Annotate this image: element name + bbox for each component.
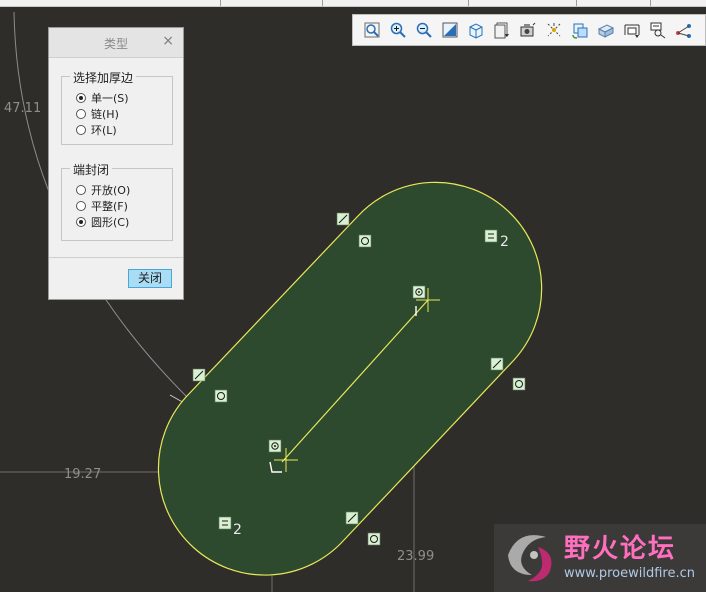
forum-logo-icon — [508, 535, 552, 582]
radio-loop[interactable]: 环(L) — [76, 123, 117, 137]
close-button[interactable]: 关闭 — [128, 269, 172, 288]
group-legend: 选择加厚边 — [70, 69, 137, 86]
end-cap-group: 端封闭 开放(O) 平整(F) 圆形(C) — [61, 161, 173, 241]
perspective-button[interactable] — [541, 18, 567, 42]
type-dialog: 类型 × 选择加厚边 单一(S) 链(H) 环(L) 端封闭 开放(O) 平整(… — [48, 27, 184, 300]
constraint-display-button[interactable] — [645, 18, 671, 42]
reorient-icon — [442, 22, 458, 38]
equal-constraint-icon[interactable] — [484, 229, 498, 243]
refit-button[interactable] — [567, 18, 593, 42]
zoom-fit-button[interactable] — [359, 18, 385, 42]
sketch-display-button[interactable] — [619, 18, 645, 42]
display-style-icon — [520, 22, 536, 37]
watermark-url: www.proewildfire.cn — [564, 566, 695, 581]
pierce-constraint-icon[interactable] — [358, 234, 372, 248]
zoom-out-icon — [416, 22, 432, 38]
reorient-button[interactable] — [437, 18, 463, 42]
dimension-value[interactable]: 47.11 — [4, 101, 41, 116]
thicken-edge-group: 选择加厚边 单一(S) 链(H) 环(L) — [61, 69, 173, 145]
refit-icon — [572, 23, 588, 39]
radio-flat[interactable]: 平整(F) — [76, 199, 128, 213]
display-style-button[interactable] — [515, 18, 541, 42]
radio-button[interactable] — [76, 109, 86, 119]
view-orientation-button[interactable] — [463, 18, 489, 42]
saved-views-button[interactable] — [489, 18, 515, 42]
dimension-value[interactable]: 19.27 — [64, 467, 101, 482]
zoom-fit-icon — [364, 22, 380, 38]
radio-label: 开放(O) — [91, 184, 131, 197]
sketch-display-icon — [624, 24, 640, 38]
group-legend: 端封闭 — [70, 161, 113, 178]
tangent-constraint-icon[interactable] — [192, 368, 206, 382]
radio-button[interactable] — [76, 93, 86, 103]
equal-constraint-icon[interactable] — [218, 516, 232, 530]
saved-views-icon — [494, 22, 509, 39]
tangent-constraint-icon[interactable] — [490, 357, 504, 371]
radio-button[interactable] — [76, 185, 86, 195]
equal-index-label: 2 — [233, 522, 242, 538]
center-point-constraint-icon[interactable] — [412, 285, 426, 299]
radio-label: 圆形(C) — [91, 216, 130, 229]
radio-chain[interactable]: 链(H) — [76, 107, 119, 121]
section-button[interactable] — [593, 18, 619, 42]
center-point-constraint-icon[interactable] — [268, 439, 282, 453]
tangent-constraint-icon[interactable] — [345, 511, 359, 525]
view-orientation-icon — [469, 23, 483, 39]
zoom-out-button[interactable] — [411, 18, 437, 42]
zoom-in-button[interactable] — [385, 18, 411, 42]
radio-button[interactable] — [76, 201, 86, 211]
zoom-in-icon — [390, 22, 406, 38]
grid-display-button[interactable] — [671, 18, 697, 42]
radio-button[interactable] — [76, 125, 86, 135]
radio-label: 平整(F) — [91, 200, 128, 213]
dialog-titlebar[interactable]: 类型 × — [49, 28, 183, 58]
radio-label: 环(L) — [91, 124, 117, 137]
watermark: 野火论坛 www.proewildfire.cn — [494, 524, 706, 592]
radio-circular[interactable]: 圆形(C) — [76, 215, 129, 229]
close-icon[interactable]: × — [162, 33, 174, 49]
radio-open[interactable]: 开放(O) — [76, 183, 130, 197]
watermark-title: 野火论坛 — [564, 534, 677, 564]
graphics-toolbar — [352, 14, 706, 46]
dialog-divider — [49, 257, 183, 258]
perspective-icon — [547, 23, 561, 37]
section-icon — [597, 24, 615, 38]
pierce-constraint-icon[interactable] — [512, 377, 526, 391]
dimension-value[interactable]: 23.99 — [397, 549, 434, 564]
radio-label: 链(H) — [91, 108, 119, 121]
constraint-display-icon — [650, 22, 666, 39]
equal-index-label: 2 — [500, 234, 509, 250]
radio-single[interactable]: 单一(S) — [76, 91, 129, 105]
radio-button[interactable] — [76, 217, 86, 227]
radio-label: 单一(S) — [91, 92, 129, 105]
tangent-constraint-icon[interactable] — [336, 212, 350, 226]
grid-display-icon — [676, 24, 691, 38]
pierce-constraint-icon[interactable] — [214, 389, 228, 403]
pierce-constraint-icon[interactable] — [367, 532, 381, 546]
